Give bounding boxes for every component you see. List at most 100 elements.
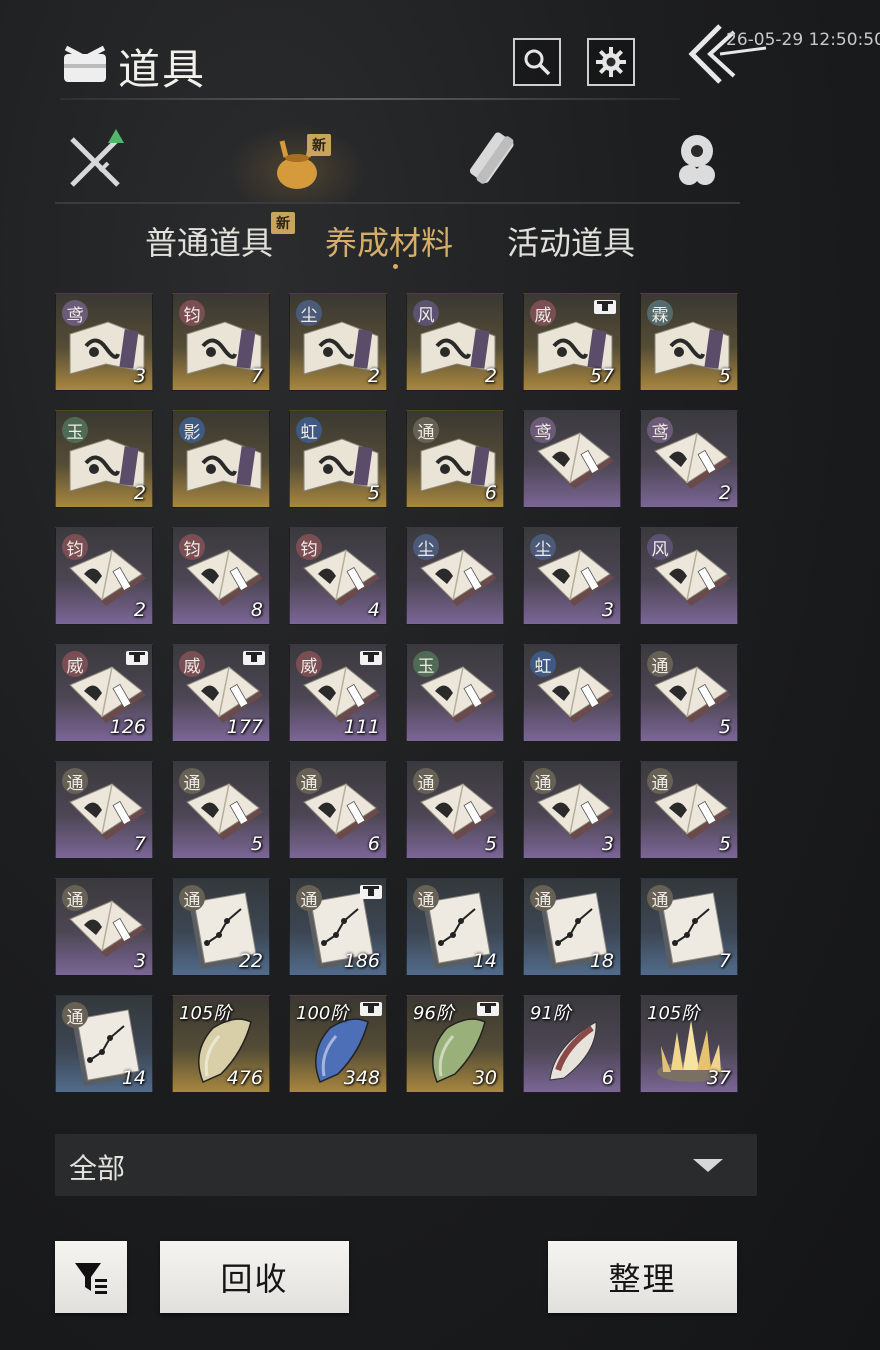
- item-count: 476: [226, 1067, 263, 1089]
- item-tag: 风: [647, 534, 673, 560]
- sort-button[interactable]: 整理: [548, 1241, 737, 1313]
- item-tag: 玉: [413, 651, 439, 677]
- inventory-slot[interactable]: 钧7: [172, 293, 270, 391]
- item-tag: 钧: [179, 534, 205, 560]
- inventory-slot[interactable]: 通5: [406, 761, 504, 859]
- tab-event-items[interactable]: 活动道具: [507, 218, 635, 264]
- inventory-slot[interactable]: 钧2: [55, 527, 153, 625]
- item-level: 91阶: [530, 1003, 571, 1024]
- item-count: 2: [367, 365, 380, 387]
- inventory-slot[interactable]: 鸢: [523, 410, 621, 508]
- inventory-slot[interactable]: 通7: [640, 878, 738, 976]
- inventory-slot[interactable]: 威 177: [172, 644, 270, 742]
- item-level: 105阶: [179, 1003, 232, 1024]
- item-count: 18: [589, 950, 614, 972]
- item-tag: 钧: [296, 534, 322, 560]
- back-arrow-icon[interactable]: [680, 18, 770, 88]
- item-tag: 通: [62, 768, 88, 794]
- inventory-slot[interactable]: 通 14: [55, 995, 153, 1093]
- inventory-slot[interactable]: 鸢3: [55, 293, 153, 391]
- bound-lock-icon: [360, 651, 382, 665]
- inventory-slot[interactable]: 通 18: [523, 878, 621, 976]
- inventory-slot[interactable]: 尘2: [289, 293, 387, 391]
- inventory-slot[interactable]: 通6: [289, 761, 387, 859]
- bound-lock-icon: [243, 651, 265, 665]
- inventory-slot[interactable]: 通5: [640, 644, 738, 742]
- inventory-slot[interactable]: 通 186: [289, 878, 387, 976]
- item-tag: 鸢: [62, 300, 88, 326]
- inventory-slot[interactable]: 105阶 37: [640, 995, 738, 1093]
- filter-funnel-icon: [75, 1263, 107, 1294]
- item-tag: 钧: [179, 300, 205, 326]
- item-count: 57: [589, 365, 614, 387]
- tab-token[interactable]: [657, 124, 737, 196]
- inventory-slot[interactable]: 通5: [172, 761, 270, 859]
- inventory-slot[interactable]: 玉: [406, 644, 504, 742]
- inventory-slot[interactable]: 钧8: [172, 527, 270, 625]
- inventory-slot[interactable]: 通5: [640, 761, 738, 859]
- item-tag: 虹: [530, 651, 556, 677]
- inventory-slot[interactable]: 96阶 30: [406, 995, 504, 1093]
- item-tag: 威: [296, 651, 322, 677]
- inventory-slot[interactable]: 钧4: [289, 527, 387, 625]
- item-tag: 风: [413, 300, 439, 326]
- item-tag: 玉: [62, 417, 88, 443]
- filter-dropdown[interactable]: 全部: [55, 1134, 757, 1196]
- tab-materials[interactable]: 新: [227, 124, 367, 202]
- recycle-button[interactable]: 回收: [160, 1241, 349, 1313]
- bound-lock-icon: [126, 651, 148, 665]
- item-grid: 鸢 3 钧 7 尘 2 风 2 威 57 霖 5 玉 2 影虹 5 通 6 鸢鸢 2 钧 2 钧 8 钧 4 尘尘 3 风威 126 威 17…: [55, 293, 745, 1093]
- scroll-icon: [469, 132, 514, 184]
- inventory-slot[interactable]: 虹5: [289, 410, 387, 508]
- crossed-swords-icon: [70, 129, 124, 187]
- item-count: 2: [484, 365, 497, 387]
- item-tag: 通: [179, 885, 205, 911]
- filter-button[interactable]: [55, 1241, 127, 1313]
- inventory-slot[interactable]: 玉2: [55, 410, 153, 508]
- inventory-slot[interactable]: 通 14: [406, 878, 504, 976]
- tab-weapon[interactable]: [55, 124, 135, 196]
- inventory-slot[interactable]: 霖5: [640, 293, 738, 391]
- inventory-slot[interactable]: 虹: [523, 644, 621, 742]
- inventory-slot[interactable]: 威 126: [55, 644, 153, 742]
- item-tag: 威: [62, 651, 88, 677]
- inventory-slot[interactable]: 威 111: [289, 644, 387, 742]
- item-level: 105阶: [647, 1003, 700, 1024]
- item-tag: 霖: [647, 300, 673, 326]
- inventory-slot[interactable]: 风: [640, 527, 738, 625]
- item-tag: 通: [647, 885, 673, 911]
- inventory-slot[interactable]: 影: [172, 410, 270, 508]
- inventory-slot[interactable]: 威 57: [523, 293, 621, 391]
- inventory-slot[interactable]: 鸢2: [640, 410, 738, 508]
- item-level: 96阶: [413, 1003, 454, 1024]
- inventory-slot[interactable]: 通7: [55, 761, 153, 859]
- item-tag: 通: [413, 885, 439, 911]
- tab-normal-items[interactable]: 普通道具: [145, 218, 273, 264]
- item-count: 6: [601, 1067, 614, 1089]
- item-count: 2: [133, 482, 146, 504]
- item-count: 7: [718, 950, 731, 972]
- inventory-slot[interactable]: 105阶 476: [172, 995, 270, 1093]
- search-button[interactable]: [513, 38, 561, 86]
- item-count: 177: [226, 716, 263, 738]
- item-count: 5: [718, 833, 731, 855]
- inventory-slot[interactable]: 通6: [406, 410, 504, 508]
- item-count: 126: [109, 716, 146, 738]
- inventory-slot[interactable]: 尘3: [523, 527, 621, 625]
- inventory-slot[interactable]: 尘: [406, 527, 504, 625]
- settings-button[interactable]: [587, 38, 635, 86]
- item-count: 6: [484, 482, 497, 504]
- item-count: 30: [472, 1067, 497, 1089]
- inventory-slot[interactable]: 100阶 348: [289, 995, 387, 1093]
- tab-growth-materials[interactable]: 养成材料: [325, 218, 453, 264]
- inventory-slot[interactable]: 风2: [406, 293, 504, 391]
- inventory-slot[interactable]: 通3: [523, 761, 621, 859]
- top-bar: 道具 26-05-29 12:50:50: [0, 0, 880, 110]
- inventory-slot[interactable]: 91阶 6: [523, 995, 621, 1093]
- bound-lock-icon: [360, 1002, 382, 1016]
- item-count: 5: [484, 833, 497, 855]
- inventory-slot[interactable]: 通3: [55, 878, 153, 976]
- item-tag: 尘: [413, 534, 439, 560]
- inventory-slot[interactable]: 通 22: [172, 878, 270, 976]
- tab-scroll[interactable]: [455, 124, 535, 196]
